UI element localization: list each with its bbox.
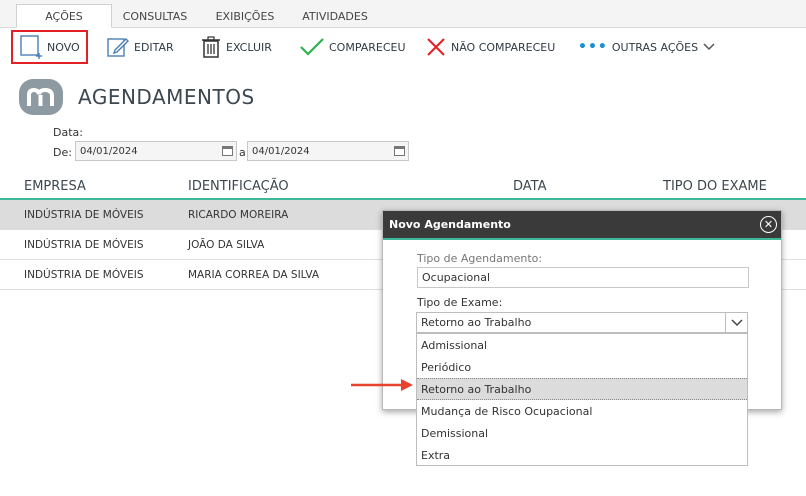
tab-atividades[interactable]: ATIVIDADES [292,4,378,28]
date-to-input[interactable]: 04/01/2024 [247,141,409,161]
page-title: AGENDAMENTOS [78,85,255,109]
tab-consultas[interactable]: CONSULTAS [112,4,198,28]
nao-compareceu-label: NÃO COMPARECEU [451,40,556,54]
tipo-exame-value: Retorno ao Trabalho [421,316,532,329]
novo-button[interactable]: NOVO [11,30,88,64]
tab-bar: AÇÕES CONSULTAS EXIBIÇÕES ATIVIDADES [0,0,806,28]
cell-identificacao: RICARDO MOREIRA [188,209,289,221]
a-label: a [239,146,246,159]
tab-acoes[interactable]: AÇÕES [16,4,112,28]
cell-empresa: INDÚSTRIA DE MÓVEIS [24,209,144,221]
tipo-exame-label: Tipo de Exame: [417,296,503,309]
checkmark-icon [300,38,324,56]
column-header-identificacao[interactable]: IDENTIFICAÇÃO [188,179,289,194]
calendar-icon[interactable] [222,146,233,156]
outras-acoes-label: OUTRAS AÇÕES [611,40,699,54]
column-header-empresa[interactable]: EMPRESA [24,179,86,194]
chevron-down-icon[interactable] [725,313,747,332]
table-header: EMPRESA IDENTIFICAÇÃO DATA TIPO DO EXAME [0,176,806,200]
excluir-label: EXCLUIR [226,40,272,54]
cell-identificacao: JOÃO DA SILVA [188,239,265,251]
de-label: De: [53,146,72,159]
tab-exibicoes[interactable]: EXIBIÇÕES [202,4,288,28]
new-document-icon [20,35,42,59]
option-mudanca-de-risco[interactable]: Mudança de Risco Ocupacional [417,400,747,422]
excluir-button[interactable]: EXCLUIR [200,32,272,62]
date-label: Data: [53,126,83,139]
app-logo [19,79,63,115]
edit-icon [107,38,129,57]
compareceu-label: COMPARECEU [329,40,406,54]
close-icon[interactable]: ✕ [760,216,777,233]
cell-identificacao: MARIA CORREA DA SILVA [188,269,320,281]
x-mark-icon [427,38,445,56]
option-periodico[interactable]: Periódico [417,356,747,378]
nao-compareceu-button[interactable]: NÃO COMPARECEU [425,32,555,62]
trash-icon [202,36,220,58]
date-from-input[interactable]: 04/01/2024 [75,141,237,161]
more-dots-icon: ••• [578,39,608,55]
novo-label: NOVO [47,40,80,54]
option-retorno-ao-trabalho[interactable]: Retorno ao Trabalho [417,378,747,400]
editar-button[interactable]: EDITAR [106,32,174,62]
outras-acoes-button[interactable]: ••• OUTRAS AÇÕES [578,32,716,62]
option-admissional[interactable]: Admissional [417,334,747,356]
option-extra[interactable]: Extra [417,444,747,466]
column-header-tipo-exame[interactable]: TIPO DO EXAME [663,179,767,194]
tipo-exame-select[interactable]: Retorno ao Trabalho [416,312,748,333]
tipo-agendamento-field[interactable]: Ocupacional [417,267,749,288]
dialog-title: Novo Agendamento [389,218,511,231]
compareceu-button[interactable]: COMPARECEU [299,32,406,62]
dialog-header: Novo Agendamento [383,211,781,240]
annotation-arrow-icon [351,379,413,391]
column-header-data[interactable]: DATA [513,179,547,194]
toolbar: NOVO EDITAR EXCLUIR COMPARECEU NÃO COMPA… [0,28,806,66]
date-to-value: 04/01/2024 [252,145,310,157]
cell-empresa: INDÚSTRIA DE MÓVEIS [24,239,144,251]
date-from-value: 04/01/2024 [80,145,138,157]
tipo-exame-dropdown-list: Admissional Periódico Retorno ao Trabalh… [416,333,748,466]
tipo-agendamento-label: Tipo de Agendamento: [417,252,543,265]
calendar-icon[interactable] [394,146,405,156]
logo-m-icon [27,87,54,106]
editar-label: EDITAR [134,40,174,54]
chevron-down-icon [703,43,715,51]
cell-empresa: INDÚSTRIA DE MÓVEIS [24,269,144,281]
option-demissional[interactable]: Demissional [417,422,747,444]
tipo-agendamento-value: Ocupacional [422,271,491,284]
